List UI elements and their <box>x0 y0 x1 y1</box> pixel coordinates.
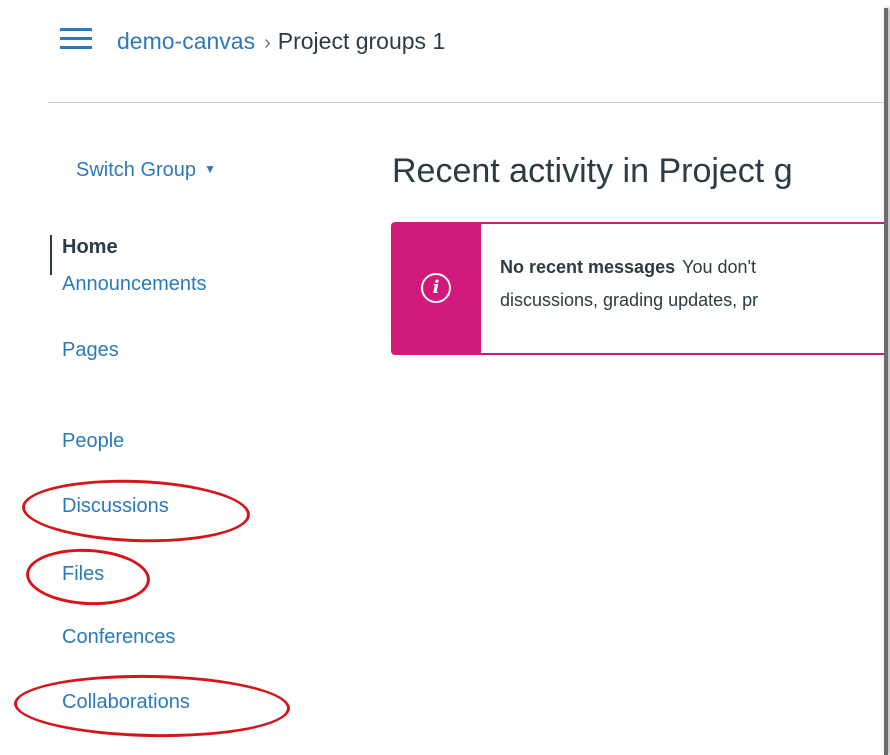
chevron-right-icon: › <box>264 32 271 54</box>
header-divider <box>48 102 884 103</box>
sidebar-item-pages[interactable]: Pages <box>62 338 119 362</box>
sidebar-item-files[interactable]: Files <box>62 562 104 586</box>
switch-group-dropdown[interactable]: Switch Group ▼ <box>76 159 216 182</box>
sidebar-item-discussions[interactable]: Discussions <box>62 494 169 518</box>
alert-heading: No recent messages <box>500 257 676 277</box>
breadcrumb-course-link[interactable]: demo-canvas <box>117 28 255 54</box>
active-indicator <box>50 235 52 275</box>
sidebar-item-people[interactable]: People <box>62 429 124 453</box>
breadcrumb: demo-canvas › Project groups 1 <box>117 27 445 57</box>
alert-text-line2: discussions, grading updates, pr <box>500 290 759 310</box>
alert-message: No recent messages You don't discussions,… <box>500 251 758 317</box>
sidebar-item-home[interactable]: Home <box>62 235 118 259</box>
alert-icon-panel: i <box>393 224 481 353</box>
no-messages-alert: i No recent messages You don't discussion… <box>391 222 884 355</box>
alert-text-line1: You don't <box>682 257 756 277</box>
hamburger-menu-icon[interactable] <box>60 28 92 54</box>
sidebar-item-collaborations[interactable]: Collaborations <box>62 690 190 714</box>
breadcrumb-current: Project groups 1 <box>277 28 446 54</box>
caret-down-icon: ▼ <box>204 162 216 176</box>
window-edge <box>884 8 888 755</box>
page-title: Recent activity in Project g <box>392 152 793 190</box>
switch-group-label: Switch Group <box>76 159 197 181</box>
sidebar-item-conferences[interactable]: Conferences <box>62 625 175 649</box>
info-icon: i <box>421 273 451 303</box>
sidebar-item-announcements[interactable]: Announcements <box>62 272 207 296</box>
page-header: demo-canvas › Project groups 1 <box>0 0 884 104</box>
